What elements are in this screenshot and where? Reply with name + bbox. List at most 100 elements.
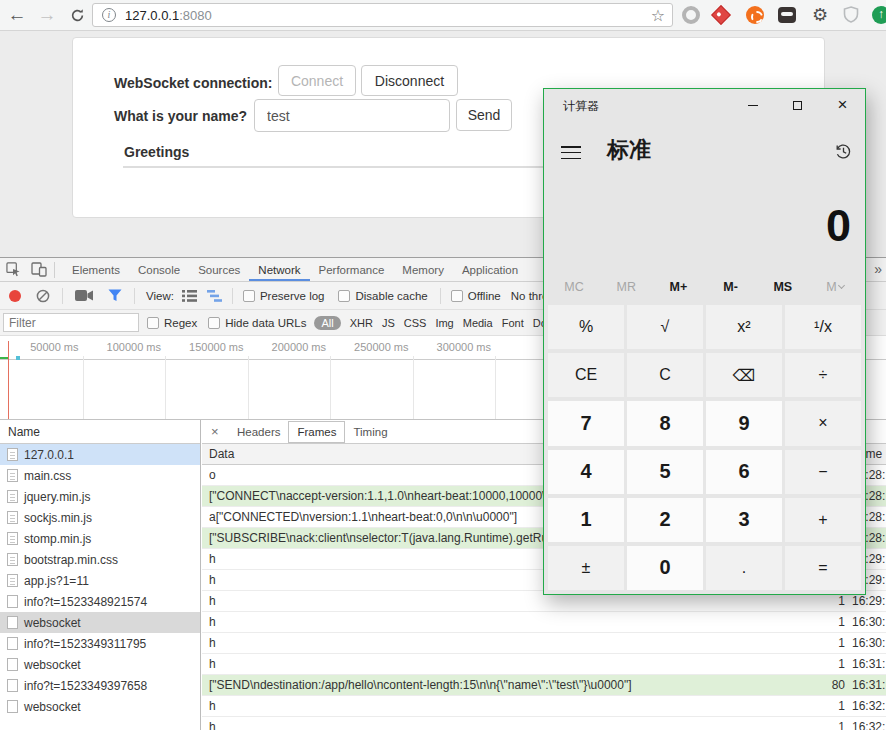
request-row[interactable]: websocket: [0, 696, 200, 717]
memory-mr-button[interactable]: MR: [600, 275, 652, 299]
extension-ring-icon[interactable]: [682, 6, 700, 24]
key-1[interactable]: 1: [548, 498, 624, 542]
screenshot-button[interactable]: [75, 289, 94, 302]
filter-type-css[interactable]: CSS: [404, 317, 427, 329]
filter-type-img[interactable]: Img: [435, 317, 453, 329]
send-button[interactable]: Send: [456, 99, 512, 131]
memory-m-flyout-button[interactable]: M: [809, 275, 861, 299]
key-4[interactable]: 4: [548, 450, 624, 494]
frame-row[interactable]: h116:32:: [202, 717, 886, 730]
key-¹/x[interactable]: ¹/x: [785, 305, 861, 349]
filter-type-all[interactable]: All: [314, 316, 340, 330]
key-0[interactable]: 0: [627, 546, 703, 590]
detail-tab-timing[interactable]: Timing: [345, 420, 395, 444]
calculator-mode-label[interactable]: 标准: [607, 135, 651, 165]
maximize-button[interactable]: [775, 89, 820, 121]
bookmark-star-icon[interactable]: ☆: [651, 6, 665, 25]
info-icon[interactable]: i: [102, 8, 116, 22]
request-row[interactable]: stomp.min.js: [0, 528, 200, 549]
memory-m--button[interactable]: M-: [705, 275, 757, 299]
data-column-header[interactable]: Data: [209, 447, 234, 461]
tab-application[interactable]: Application: [453, 258, 527, 281]
regex-checkbox[interactable]: [147, 317, 159, 329]
filter-type-font[interactable]: Font: [502, 317, 524, 329]
filter-type-media[interactable]: Media: [463, 317, 493, 329]
menu-icon[interactable]: [561, 146, 581, 159]
extension-gear-icon[interactable]: ⚙: [810, 6, 830, 24]
disable-cache-checkbox[interactable]: [338, 290, 350, 302]
preserve-log-checkbox[interactable]: [243, 290, 255, 302]
key-C[interactable]: C: [627, 353, 703, 397]
frame-row[interactable]: h116:32:: [202, 696, 886, 717]
key-÷[interactable]: ÷: [785, 353, 861, 397]
key-.[interactable]: .: [706, 546, 782, 590]
memory-ms-button[interactable]: MS: [757, 275, 809, 299]
forward-icon[interactable]: →: [34, 2, 60, 28]
extension-shield-icon[interactable]: [843, 6, 861, 24]
detail-tab-headers[interactable]: Headers: [229, 420, 288, 444]
key-7[interactable]: 7: [548, 401, 624, 445]
request-row[interactable]: jquery.min.js: [0, 486, 200, 507]
url-text[interactable]: 127.0.0.1:8080: [125, 8, 212, 23]
tab-console[interactable]: Console: [129, 258, 189, 281]
tab-network[interactable]: Network: [249, 258, 309, 281]
extension-spy-icon[interactable]: [778, 7, 796, 23]
filter-type-xhr[interactable]: XHR: [350, 317, 373, 329]
connect-button[interactable]: Connect: [278, 65, 356, 96]
tab-performance[interactable]: Performance: [310, 258, 394, 281]
extension-orange-icon[interactable]: [746, 6, 764, 24]
hide-data-urls-checkbox[interactable]: [208, 317, 220, 329]
tab-sources[interactable]: Sources: [189, 258, 249, 281]
close-detail-icon[interactable]: ×: [211, 424, 225, 439]
request-row[interactable]: bootstrap.min.css: [0, 549, 200, 570]
request-row[interactable]: websocket: [0, 612, 200, 633]
key-±[interactable]: ±: [548, 546, 624, 590]
offline-checkbox[interactable]: [451, 290, 463, 302]
request-row[interactable]: websocket: [0, 654, 200, 675]
request-row[interactable]: 127.0.0.1: [0, 444, 200, 465]
key-x²[interactable]: x²: [706, 305, 782, 349]
tab-elements[interactable]: Elements: [63, 258, 129, 281]
memory-mc-button[interactable]: MC: [548, 275, 600, 299]
key-9[interactable]: 9: [706, 401, 782, 445]
key-√[interactable]: √: [627, 305, 703, 349]
key-⌫[interactable]: ⌫: [706, 353, 782, 397]
more-tabs-icon[interactable]: »: [874, 261, 882, 277]
address-bar[interactable]: i 127.0.0.1:8080 ☆: [92, 3, 673, 27]
record-button[interactable]: [9, 290, 21, 302]
refresh-icon[interactable]: [64, 2, 90, 28]
close-button[interactable]: ×: [820, 89, 865, 121]
key-%[interactable]: %: [548, 305, 624, 349]
history-icon[interactable]: [834, 142, 853, 164]
name-column-header[interactable]: Name: [0, 420, 200, 444]
device-toolbar-icon[interactable]: [26, 258, 52, 281]
key-5[interactable]: 5: [627, 450, 703, 494]
extension-diamond-icon[interactable]: [711, 5, 731, 25]
disconnect-button[interactable]: Disconnect: [361, 65, 458, 96]
filter-button[interactable]: [108, 289, 122, 302]
filter-type-js[interactable]: JS: [382, 317, 395, 329]
request-row[interactable]: info?t=1523349397658: [0, 675, 200, 696]
frame-row[interactable]: h116:31:: [202, 654, 886, 675]
extension-green-icon[interactable]: ↑: [872, 6, 886, 24]
tab-memory[interactable]: Memory: [393, 258, 453, 281]
key-−[interactable]: −: [785, 450, 861, 494]
key-8[interactable]: 8: [627, 401, 703, 445]
request-row[interactable]: app.js?1=11: [0, 570, 200, 591]
request-row[interactable]: info?t=1523349311795: [0, 633, 200, 654]
back-icon[interactable]: ←: [4, 2, 30, 28]
filter-input[interactable]: [3, 313, 139, 332]
key-×[interactable]: ×: [785, 401, 861, 445]
memory-m+-button[interactable]: M+: [652, 275, 704, 299]
key-3[interactable]: 3: [706, 498, 782, 542]
request-row[interactable]: main.css: [0, 465, 200, 486]
key-2[interactable]: 2: [627, 498, 703, 542]
key-+[interactable]: +: [785, 498, 861, 542]
detail-tab-frames[interactable]: Frames: [288, 421, 345, 443]
key-=[interactable]: =: [785, 546, 861, 590]
key-CE[interactable]: CE: [548, 353, 624, 397]
request-row[interactable]: sockjs.min.js: [0, 507, 200, 528]
request-row[interactable]: info?t=1523348921574: [0, 591, 200, 612]
name-input[interactable]: [254, 99, 450, 132]
frame-row[interactable]: h116:30:: [202, 633, 886, 654]
